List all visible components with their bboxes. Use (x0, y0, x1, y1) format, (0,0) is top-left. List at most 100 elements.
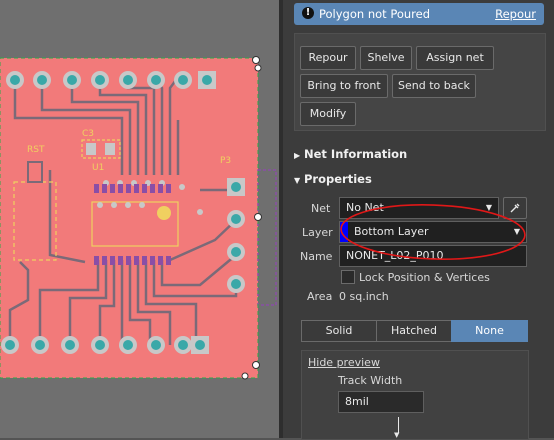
area-value: 0 sq.inch (339, 290, 389, 303)
via (97, 202, 103, 208)
via (179, 184, 185, 190)
u1-pad (150, 184, 155, 193)
header-pad-hole (10, 75, 20, 85)
header-pad-hole (123, 75, 133, 85)
designator-c3: C3 (82, 129, 94, 139)
name-input[interactable]: NONET_L02_P010 (339, 245, 527, 267)
u1-pad (142, 184, 147, 193)
layer-select[interactable]: Bottom Layer ▼ (339, 221, 527, 243)
header-pad-square-hole (195, 340, 205, 350)
chevron-right-icon: ▶ (294, 151, 301, 160)
p3-pad-hole (231, 279, 241, 289)
header-pad-hole (178, 340, 188, 350)
c3-pad (105, 143, 115, 155)
u1-pad (110, 256, 115, 265)
u1-pad (94, 256, 99, 265)
net-label: Net (311, 202, 331, 215)
designator-rst: RST (27, 145, 45, 155)
header-pad-hole (37, 75, 47, 85)
designator-u1: U1 (92, 163, 104, 173)
polygon-board[interactable] (0, 58, 258, 378)
track-width-value: 8mil (345, 395, 369, 408)
fill-none-button[interactable]: None (451, 320, 528, 342)
via (125, 202, 131, 208)
fill-hatched-button[interactable]: Hatched (376, 320, 452, 342)
eyedropper-icon (510, 203, 520, 213)
track-width-label: Track Width (338, 374, 403, 387)
u1-pad (118, 256, 123, 265)
assign-net-button[interactable]: Assign net (416, 46, 494, 70)
via (139, 202, 145, 208)
name-label: Name (300, 250, 333, 263)
net-information-section[interactable]: ▶ Net Information (294, 147, 407, 161)
repour-button[interactable]: Repour (300, 46, 356, 70)
net-select[interactable]: No Net ▼ (339, 197, 499, 219)
repour-link[interactable]: Repour (495, 7, 536, 21)
u1-pad (150, 256, 155, 265)
u1-pad (102, 256, 107, 265)
u1-pad (126, 256, 131, 265)
net-value: No Net (346, 201, 384, 214)
u1-pad (94, 184, 99, 193)
modify-button[interactable]: Modify (300, 102, 356, 126)
u1-pad (134, 184, 139, 193)
u1-pad (166, 184, 171, 193)
header-pad-hole (67, 75, 77, 85)
layer-label: Layer (302, 226, 333, 239)
u1-pad (158, 256, 163, 265)
u1-pad (118, 184, 123, 193)
header-pad-hole (95, 75, 105, 85)
u1-pad (142, 256, 147, 265)
net-information-title: Net Information (304, 147, 408, 161)
actions-group: Repour Shelve Assign net Bring to front … (294, 33, 546, 131)
designator-p3: P3 (220, 156, 231, 166)
lock-label: Lock Position & Vertices (359, 271, 490, 284)
banner-text: Polygon not Poured (319, 7, 431, 21)
via (111, 202, 117, 208)
pin1-marker (157, 206, 171, 220)
via (197, 209, 203, 215)
u1-pad (166, 256, 171, 265)
header-pad-hole (151, 75, 161, 85)
p3-pad-hole (231, 247, 241, 257)
pick-net-button[interactable] (503, 197, 527, 219)
bring-to-front-button[interactable]: Bring to front (300, 74, 388, 98)
header-pad-hole (95, 340, 105, 350)
track-width-input[interactable]: 8mil (338, 391, 424, 413)
u1-pad (126, 184, 131, 193)
area-label: Area (307, 290, 333, 303)
p3-pad-square-hole (231, 182, 241, 192)
properties-title: Properties (304, 172, 372, 186)
chevron-down-icon: ▼ (485, 203, 492, 212)
header-pad-hole (178, 75, 188, 85)
u1-pad (110, 184, 115, 193)
u1-pad (102, 184, 107, 193)
header-pad-hole (5, 340, 15, 350)
header-pad-hole (123, 340, 133, 350)
u1-pad (158, 184, 163, 193)
layer-color-swatch (340, 222, 348, 242)
chevron-down-icon: ▼ (513, 227, 520, 236)
lock-checkbox[interactable] (341, 270, 355, 284)
name-value: NONET_L02_P010 (346, 249, 444, 262)
connector-outline (257, 169, 277, 306)
hide-preview-link[interactable]: Hide preview (308, 356, 380, 369)
header-pad-hole (35, 340, 45, 350)
send-to-back-button[interactable]: Send to back (392, 74, 476, 98)
properties-panel: ! Polygon not Poured Repour Repour Shelv… (283, 0, 554, 440)
layer-value: Bottom Layer (354, 225, 429, 238)
u1-pad (134, 256, 139, 265)
header-pad-hole (151, 340, 161, 350)
shelve-button[interactable]: Shelve (360, 46, 412, 70)
header-pad-square-hole (202, 75, 212, 85)
preview-panel: Hide preview Track Width 8mil ▼ (301, 350, 529, 440)
chevron-down-icon: ▼ (294, 176, 301, 185)
c3-pad (86, 143, 96, 155)
properties-section[interactable]: ▼ Properties (294, 172, 372, 186)
p3-pad-hole (231, 214, 241, 224)
status-banner: ! Polygon not Poured Repour (294, 3, 544, 25)
warning-icon: ! (302, 7, 314, 19)
fill-solid-button[interactable]: Solid (301, 320, 377, 342)
pcb-canvas[interactable]: RST C3 U1 P3 (0, 0, 280, 438)
header-pad-hole (65, 340, 75, 350)
